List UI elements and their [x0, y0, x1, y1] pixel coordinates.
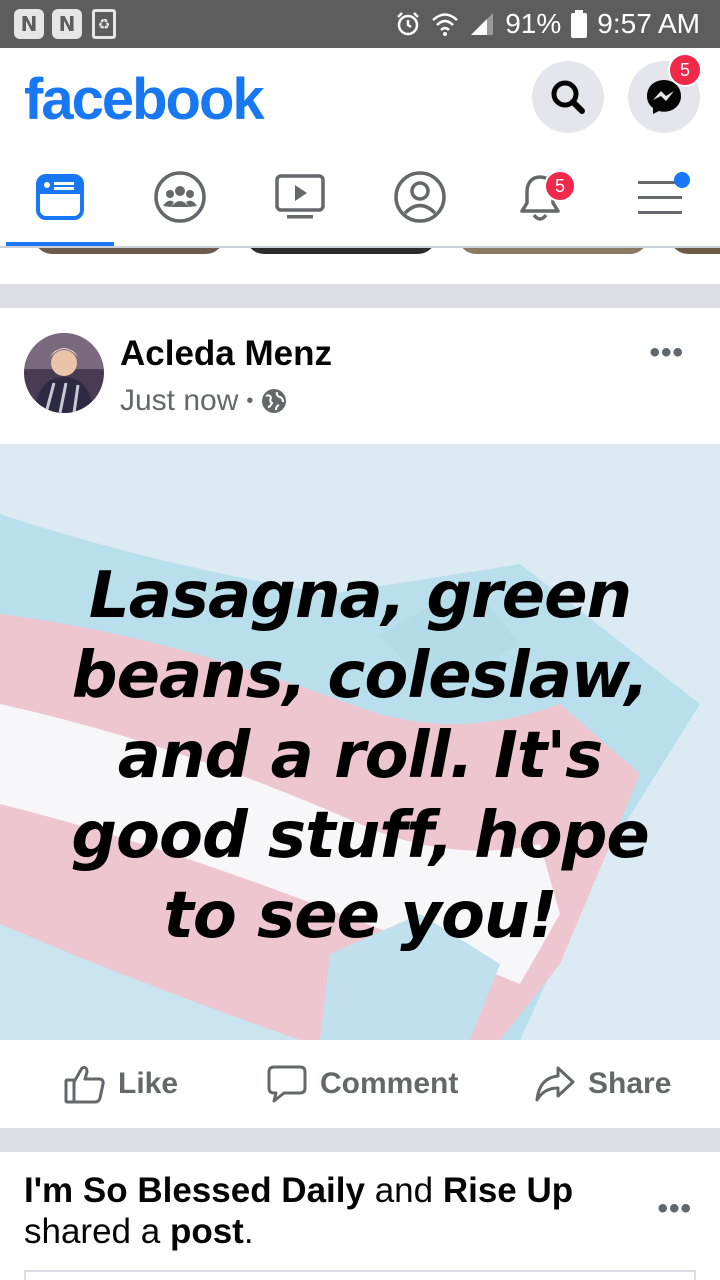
tab-news-feed[interactable]	[0, 148, 120, 246]
post-author-name[interactable]: Acleda Menz	[120, 334, 332, 374]
search-button[interactable]	[532, 61, 604, 133]
tab-groups[interactable]	[120, 148, 240, 246]
post-timestamp[interactable]: Just now	[120, 384, 238, 418]
recycle-icon: ♻	[92, 9, 116, 39]
wifi-icon	[432, 13, 459, 36]
messenger-badge: 5	[668, 53, 702, 87]
battery-icon	[571, 10, 588, 38]
author-avatar[interactable]	[24, 333, 104, 413]
next-post-title: I'm So Blessed Daily and Rise Up shared a…	[24, 1170, 624, 1252]
post-header: Acleda Menz Just now • •••	[0, 308, 720, 444]
conjunction: and	[364, 1171, 443, 1210]
tab-profile[interactable]	[360, 148, 480, 246]
story-card[interactable]	[670, 248, 720, 254]
shared-text: shared a	[24, 1212, 170, 1251]
post-more-button[interactable]: •••	[649, 336, 684, 370]
status-system-icons: 91% 9:57 AM	[395, 0, 700, 48]
next-post-more-button[interactable]: •••	[657, 1192, 692, 1226]
shared-post-frame[interactable]	[24, 1270, 696, 1280]
facebook-mobile-screen: N N ♻ 91% 9:57 AM facebook 5 5 Acleda Me…	[0, 0, 720, 1280]
post-link[interactable]: post	[170, 1212, 244, 1251]
status-bar: N N ♻ 91% 9:57 AM	[0, 0, 720, 48]
actor-link[interactable]: I'm So Blessed Daily	[24, 1171, 365, 1210]
comment-icon	[267, 1065, 307, 1103]
search-icon	[551, 80, 585, 114]
post-text-background: Lasagna, green beans, coleslaw, and a ro…	[0, 444, 720, 1040]
stories-strip[interactable]	[0, 248, 720, 284]
signal-icon	[471, 13, 494, 35]
profile-icon	[394, 171, 446, 223]
tab-menu[interactable]	[600, 148, 720, 246]
tab-bar: 5	[0, 148, 720, 248]
feed-divider	[0, 1128, 720, 1152]
story-card[interactable]	[458, 248, 648, 254]
share-label: Share	[588, 1067, 672, 1100]
story-card[interactable]	[34, 248, 224, 254]
status-notifications: N N ♻	[0, 9, 116, 39]
next-post-header: I'm So Blessed Daily and Rise Up shared a…	[0, 1152, 720, 1280]
story-card[interactable]	[246, 248, 436, 254]
like-label: Like	[118, 1067, 179, 1100]
actor-link[interactable]: Rise Up	[443, 1171, 573, 1210]
share-icon	[535, 1066, 575, 1102]
globe-icon	[262, 389, 287, 413]
notifications-badge: 5	[544, 170, 576, 202]
notification-app-icon: N	[52, 9, 82, 39]
tab-watch[interactable]	[240, 148, 360, 246]
app-header: facebook 5	[0, 48, 720, 148]
watch-icon	[275, 174, 325, 219]
like-button[interactable]: Like	[64, 1040, 178, 1128]
notification-app-icon: N	[14, 9, 44, 39]
post-meta: Just now •	[120, 384, 287, 418]
share-button[interactable]: Share	[534, 1040, 671, 1128]
comment-button[interactable]: Comment	[266, 1040, 458, 1128]
menu-new-dot	[674, 172, 690, 188]
groups-icon	[154, 171, 206, 223]
meta-separator: •	[246, 389, 254, 412]
clock: 9:57 AM	[597, 8, 700, 39]
alarm-icon	[397, 12, 420, 36]
comment-label: Comment	[320, 1067, 459, 1100]
battery-percent: 91%	[505, 8, 562, 39]
feed-divider	[0, 284, 720, 308]
active-tab-indicator	[6, 242, 114, 246]
post-text: Lasagna, green beans, coleslaw, and a ro…	[71, 559, 650, 953]
messenger-button[interactable]: 5	[628, 53, 702, 133]
news-feed-icon	[36, 174, 84, 220]
tab-notifications[interactable]: 5	[480, 148, 600, 246]
post-actions: Like Comment Share	[0, 1040, 720, 1128]
period: .	[243, 1212, 254, 1251]
like-icon	[64, 1066, 105, 1104]
facebook-logo[interactable]: facebook	[24, 66, 265, 133]
